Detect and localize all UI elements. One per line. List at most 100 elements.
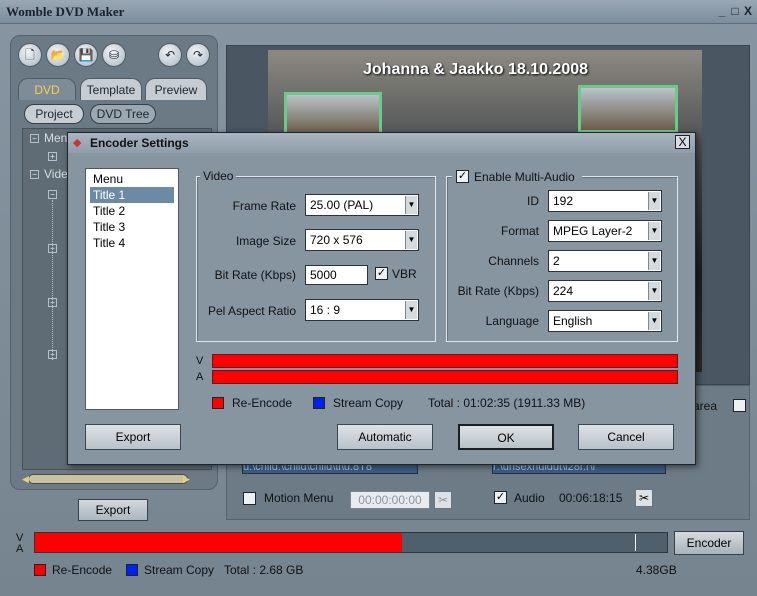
enable-multi-audio-checkbox[interactable]: ✓ <box>456 170 469 183</box>
audio-bit-rate-select[interactable]: 224 ▼ <box>548 280 662 302</box>
encoder-button[interactable]: Encoder <box>674 531 744 555</box>
dropdown-arrow-icon[interactable]: ▼ <box>648 252 660 270</box>
frame-rate-label: Frame Rate <box>232 199 296 213</box>
dropdown-arrow-icon[interactable]: ▼ <box>648 222 660 240</box>
audio-channels-label: Channels <box>488 254 539 268</box>
subtab-project[interactable]: Project <box>24 104 84 124</box>
preview-title-text: Johanna & Jaakko 18.10.2008 <box>363 61 589 78</box>
frame-rate-value: 25.00 (PAL) <box>310 198 374 212</box>
audio-bit-rate-value: 224 <box>553 284 574 298</box>
tree-collapse-icon[interactable]: − <box>48 190 57 199</box>
area-label: area <box>693 399 718 413</box>
video-bit-rate-label: Bit Rate (Kbps) <box>214 268 296 282</box>
export-button[interactable]: Export <box>78 499 148 521</box>
dropdown-arrow-icon[interactable]: ▼ <box>405 231 417 249</box>
save-all-icon[interactable]: ⛁ <box>102 43 126 67</box>
dropdown-arrow-icon[interactable]: ▼ <box>648 312 660 330</box>
audio-format-select[interactable]: MPEG Layer-2 ▼ <box>548 220 662 242</box>
image-size-value: 720 x 576 <box>310 233 363 247</box>
new-file-icon[interactable]: 🗋 <box>18 43 42 67</box>
area-checkbox[interactable] <box>733 399 746 412</box>
dropdown-arrow-icon[interactable]: ▼ <box>648 282 660 300</box>
subtab-dvd-tree[interactable]: DVD Tree <box>90 104 156 124</box>
dialog-v-label: V <box>196 355 204 367</box>
audio-id-value: 192 <box>553 194 574 208</box>
scissors-icon[interactable]: ✂ <box>434 491 452 509</box>
tree-line <box>52 200 53 360</box>
list-item-title-2[interactable]: Title 2 <box>90 203 174 219</box>
app-title: Womble DVD Maker <box>6 4 125 19</box>
tab-preview[interactable]: Preview <box>145 78 207 100</box>
dialog-title: Encoder Settings <box>90 136 189 150</box>
audio-channels-select[interactable]: 2 ▼ <box>548 250 662 272</box>
motion-menu-time[interactable]: 00:00:00:00 <box>350 491 430 509</box>
tree-collapse-icon[interactable]: − <box>30 134 39 143</box>
frame-rate-select[interactable]: 25.00 (PAL) ▼ <box>305 194 419 216</box>
a-label: A <box>16 543 24 555</box>
audio-encode-bar <box>212 370 678 384</box>
title-list[interactable]: Menu Title 1 Title 2 Title 3 Title 4 <box>85 168 179 410</box>
audio-bit-rate-label: Bit Rate (Kbps) <box>457 284 539 298</box>
minimize-button[interactable]: _ <box>715 4 729 18</box>
audio-language-select[interactable]: English ▼ <box>548 310 662 332</box>
tab-dvd[interactable]: DVD <box>18 78 76 100</box>
save-icon[interactable]: 💾 <box>74 43 98 67</box>
audio-time: 00:06:18:15 <box>559 491 623 505</box>
pel-aspect-label: Pel Aspect Ratio <box>207 304 296 318</box>
motion-menu-checkbox[interactable] <box>243 492 256 505</box>
vbr-checkbox[interactable]: ✓ <box>375 267 388 280</box>
dropdown-arrow-icon[interactable]: ▼ <box>405 196 417 214</box>
video-encode-bar <box>212 354 678 368</box>
total-size-text: Total : 2.68 GB <box>224 563 304 577</box>
image-size-label: Image Size <box>235 234 296 248</box>
tab-template[interactable]: Template <box>80 78 142 100</box>
disc-capacity-text: 4.38GB <box>636 563 677 577</box>
image-size-select[interactable]: 720 x 576 ▼ <box>305 229 419 251</box>
maximize-button[interactable]: □ <box>728 4 742 18</box>
stream-copy-label: Stream Copy <box>144 563 215 577</box>
dialog-export-button[interactable]: Export <box>85 424 181 450</box>
dialog-stream-copy-label: Stream Copy <box>333 396 404 410</box>
preview-thumbnail[interactable] <box>284 92 382 136</box>
automatic-button[interactable]: Automatic <box>337 424 433 450</box>
cancel-button[interactable]: Cancel <box>578 424 674 450</box>
dropdown-arrow-icon[interactable]: ▼ <box>405 301 417 319</box>
enable-multi-audio-label: Enable Multi-Audio <box>474 170 575 184</box>
dialog-reencode-label: Re-Encode <box>232 396 293 410</box>
video-bit-rate-input[interactable]: 5000 <box>305 265 368 285</box>
dropdown-arrow-icon[interactable]: ▼ <box>648 192 660 210</box>
preview-thumbnail[interactable] <box>578 85 678 133</box>
scissors-icon[interactable]: ✂ <box>635 489 653 507</box>
stream-copy-swatch <box>126 564 138 576</box>
dialog-close-button[interactable]: X <box>675 135 690 149</box>
undo-icon[interactable]: ↶ <box>158 43 182 67</box>
open-folder-icon[interactable]: 📂 <box>46 43 70 67</box>
pel-aspect-select[interactable]: 16 : 9 ▼ <box>305 299 419 321</box>
list-item-title-4[interactable]: Title 4 <box>90 235 174 251</box>
list-item-menu[interactable]: Menu <box>90 171 174 187</box>
horizontal-scrollbar[interactable] <box>28 474 188 484</box>
app-logo-icon: ◆ <box>73 137 82 149</box>
audio-language-label: Language <box>485 314 539 328</box>
dialog-a-label: A <box>196 371 204 383</box>
reencode-label: Re-Encode <box>52 563 113 577</box>
list-item-title-1[interactable]: Title 1 <box>90 187 174 203</box>
vbr-label: VBR <box>392 267 417 281</box>
scroll-left-icon[interactable]: ◀ <box>22 474 29 485</box>
disc-usage-bar <box>34 532 668 553</box>
list-item-title-3[interactable]: Title 3 <box>90 219 174 235</box>
motion-menu-label: Motion Menu <box>264 491 334 505</box>
tree-collapse-icon[interactable]: − <box>30 170 39 179</box>
video-group-label: Video <box>200 169 237 183</box>
tree-expand-icon[interactable]: + <box>48 152 57 161</box>
ok-button[interactable]: OK <box>458 424 554 450</box>
audio-format-label: Format <box>500 224 539 238</box>
audio-checkbox[interactable]: ✓ <box>494 491 507 504</box>
audio-label: Audio <box>514 491 545 505</box>
scroll-right-icon[interactable]: ▶ <box>183 474 190 485</box>
redo-icon[interactable]: ↷ <box>186 43 210 67</box>
close-button[interactable]: X <box>741 4 755 18</box>
reencode-swatch <box>34 564 46 576</box>
audio-language-value: English <box>553 314 593 328</box>
audio-id-select[interactable]: 192 ▼ <box>548 190 662 212</box>
